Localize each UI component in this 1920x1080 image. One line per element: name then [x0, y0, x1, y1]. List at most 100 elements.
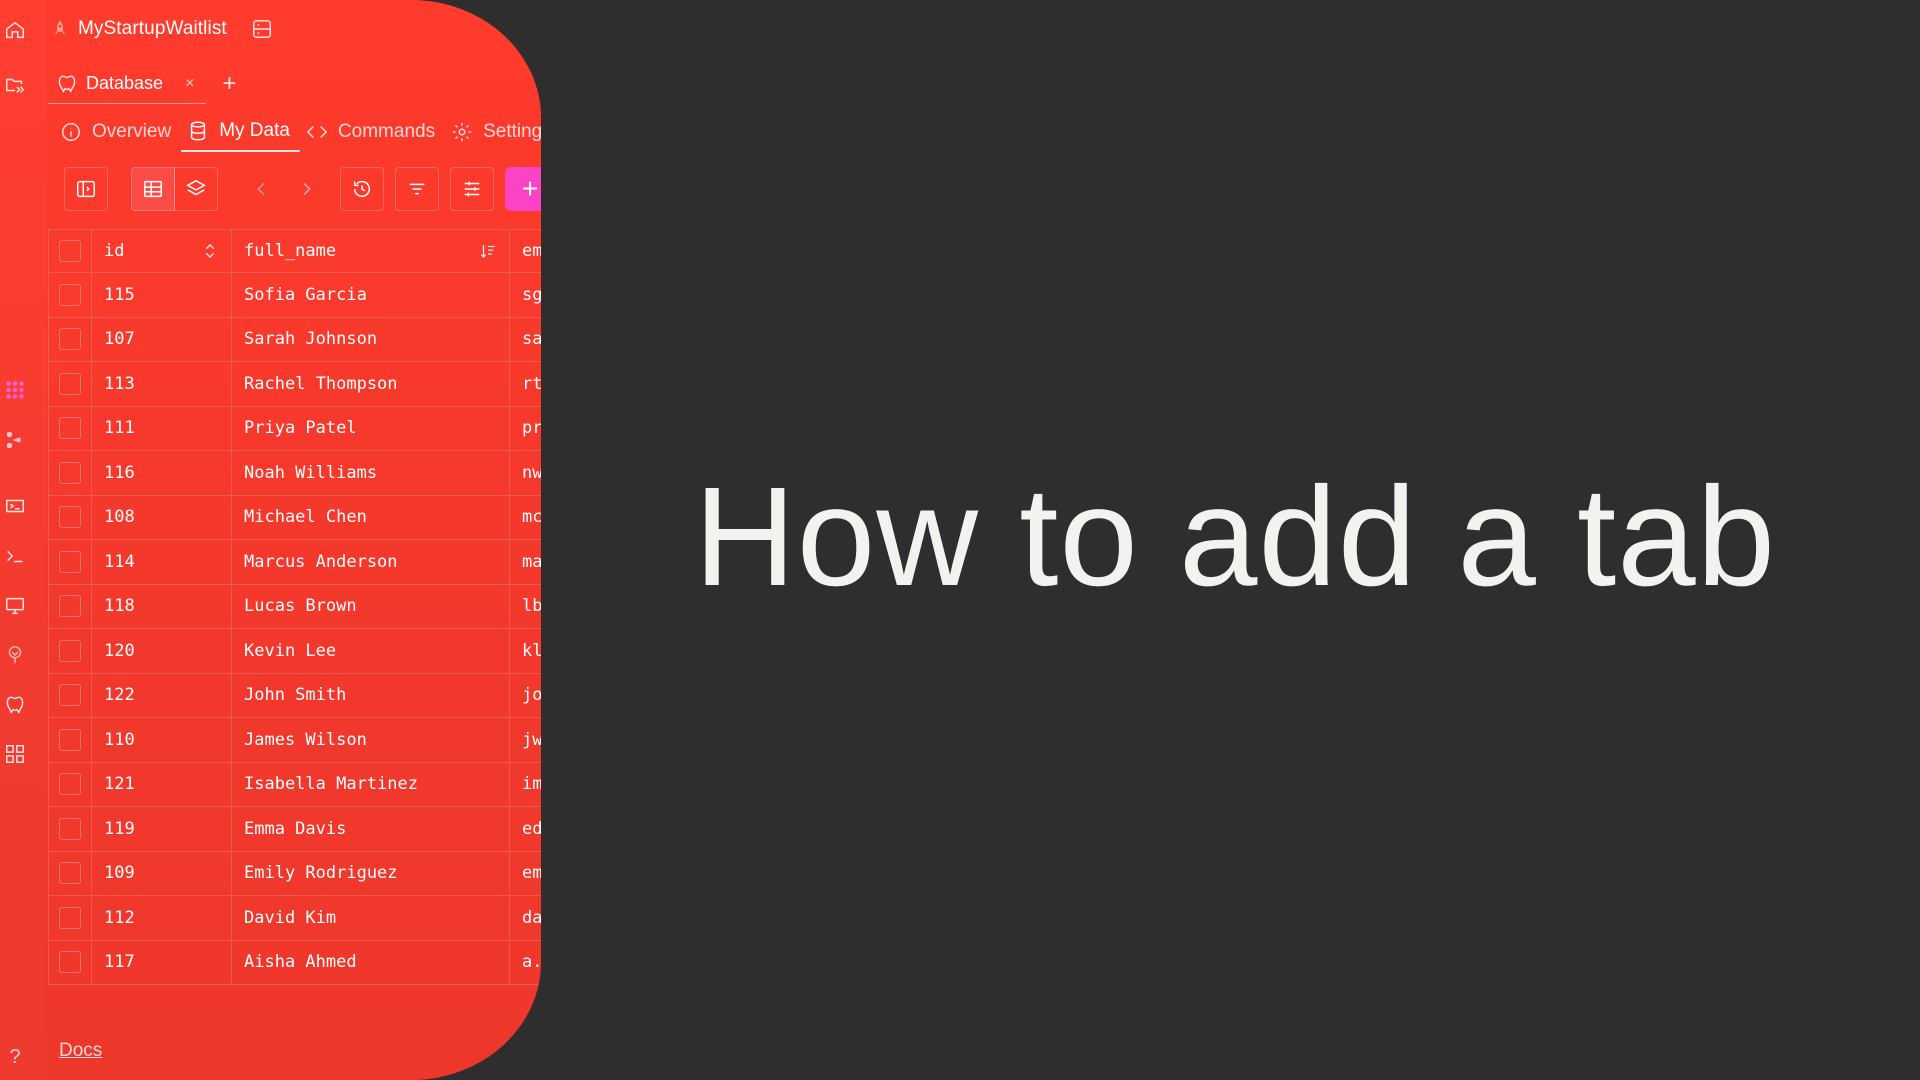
table-row[interactable]: 112 David Kim da — [48, 896, 541, 941]
cell-email[interactable]: sa — [509, 317, 541, 361]
terminal-icon[interactable] — [3, 544, 27, 568]
row-checkbox[interactable] — [59, 461, 81, 484]
row-checkbox[interactable] — [59, 328, 81, 351]
cell-email[interactable]: sg — [509, 273, 541, 317]
select-all-checkbox[interactable] — [59, 240, 81, 262]
row-checkbox[interactable] — [59, 817, 81, 840]
row-checkbox[interactable] — [59, 506, 81, 529]
cell-email[interactable]: ed — [509, 807, 541, 851]
previous-page-button[interactable] — [240, 167, 284, 211]
cell-id[interactable]: 107 — [91, 317, 231, 361]
cell-full-name[interactable]: Priya Patel — [231, 406, 509, 450]
filter-button[interactable] — [395, 167, 439, 211]
cell-id[interactable]: 110 — [91, 718, 231, 762]
nav-commands[interactable]: Commands — [300, 112, 445, 152]
table-row[interactable]: 122 John Smith jo — [48, 673, 541, 718]
column-header-id[interactable]: id — [91, 230, 231, 272]
send-icon[interactable] — [3, 494, 27, 518]
cell-full-name[interactable]: James Wilson — [231, 718, 509, 762]
cell-full-name[interactable]: Rachel Thompson — [231, 362, 509, 406]
cell-id[interactable]: 120 — [91, 629, 231, 673]
table-row[interactable]: 116 Noah Williams nw — [48, 451, 541, 496]
next-page-button[interactable] — [284, 167, 328, 211]
table-row[interactable]: 107 Sarah Johnson sa — [48, 317, 541, 362]
cell-full-name[interactable]: Noah Williams — [231, 451, 509, 495]
cell-full-name[interactable]: Michael Chen — [231, 495, 509, 539]
row-checkbox[interactable] — [59, 728, 81, 751]
project-title[interactable]: MyStartupWaitlist — [78, 18, 227, 40]
cell-email[interactable]: jo — [509, 673, 541, 717]
cell-id[interactable]: 121 — [91, 762, 231, 806]
cell-full-name[interactable]: David Kim — [231, 896, 509, 940]
cell-email[interactable]: lb — [509, 584, 541, 628]
column-header-email[interactable]: em — [509, 230, 541, 272]
cell-email[interactable]: nw — [509, 451, 541, 495]
row-checkbox[interactable] — [59, 906, 81, 929]
add-row-button[interactable]: + — [505, 167, 541, 211]
cell-full-name[interactable]: Lucas Brown — [231, 584, 509, 628]
cell-id[interactable]: 109 — [91, 851, 231, 895]
cell-email[interactable]: pr — [509, 406, 541, 450]
cell-email[interactable]: jw — [509, 718, 541, 762]
row-checkbox[interactable] — [59, 550, 81, 573]
cell-email[interactable]: ma — [509, 540, 541, 584]
row-checkbox[interactable] — [59, 417, 81, 440]
help-icon[interactable]: ? — [3, 1045, 27, 1069]
nav-overview[interactable]: Overview — [54, 112, 181, 152]
cell-email[interactable]: im — [509, 762, 541, 806]
folder-open-icon[interactable] — [3, 73, 27, 97]
monitor-icon[interactable] — [3, 594, 27, 618]
table-row[interactable]: 111 Priya Patel pr — [48, 406, 541, 451]
cell-id[interactable]: 122 — [91, 673, 231, 717]
nav-my-data[interactable]: My Data — [181, 112, 300, 152]
cell-id[interactable]: 114 — [91, 540, 231, 584]
cell-id[interactable]: 116 — [91, 451, 231, 495]
nav-settings[interactable]: Settings — [445, 112, 541, 152]
close-tab-button[interactable]: × — [185, 75, 194, 93]
table-row[interactable]: 120 Kevin Lee kl — [48, 629, 541, 674]
cell-full-name[interactable]: Marcus Anderson — [231, 540, 509, 584]
cell-full-name[interactable]: John Smith — [231, 673, 509, 717]
cell-id[interactable]: 113 — [91, 362, 231, 406]
history-button[interactable] — [340, 167, 384, 211]
row-checkbox[interactable] — [59, 283, 81, 306]
cell-email[interactable]: em — [509, 851, 541, 895]
table-row[interactable]: 118 Lucas Brown lb — [48, 584, 541, 629]
cell-full-name[interactable]: Isabella Martinez — [231, 762, 509, 806]
cell-id[interactable]: 117 — [91, 940, 231, 984]
cell-id[interactable]: 115 — [91, 273, 231, 317]
toggle-sidebar-button[interactable] — [64, 167, 108, 211]
cell-id[interactable]: 108 — [91, 495, 231, 539]
cell-id[interactable]: 112 — [91, 896, 231, 940]
cell-email[interactable]: kl — [509, 629, 541, 673]
cell-id[interactable]: 119 — [91, 807, 231, 851]
cell-full-name[interactable]: Aisha Ahmed — [231, 940, 509, 984]
row-checkbox[interactable] — [59, 595, 81, 618]
postgres-icon[interactable] — [3, 693, 27, 717]
row-checkbox[interactable] — [59, 372, 81, 395]
cell-email[interactable]: mc — [509, 495, 541, 539]
table-row[interactable]: 117 Aisha Ahmed a. — [48, 940, 541, 985]
cell-id[interactable]: 118 — [91, 584, 231, 628]
row-checkbox[interactable] — [59, 684, 81, 707]
row-checkbox[interactable] — [59, 951, 81, 974]
tree-icon[interactable] — [3, 643, 27, 667]
table-row[interactable]: 108 Michael Chen mc — [48, 495, 541, 540]
table-row[interactable]: 121 Isabella Martinez im — [48, 762, 541, 807]
cell-full-name[interactable]: Emily Rodriguez — [231, 851, 509, 895]
apps-grid-icon[interactable] — [3, 742, 27, 766]
cell-email[interactable]: rt — [509, 362, 541, 406]
table-view-button[interactable] — [131, 167, 175, 211]
table-row[interactable]: 114 Marcus Anderson ma — [48, 540, 541, 585]
sort-descending-icon[interactable] — [479, 242, 497, 260]
column-header-full-name[interactable]: full_name — [231, 230, 509, 272]
table-row[interactable]: 113 Rachel Thompson rt — [48, 362, 541, 407]
row-checkbox[interactable] — [59, 773, 81, 796]
docs-link[interactable]: Docs — [59, 1040, 102, 1062]
table-row[interactable]: 119 Emma Davis ed — [48, 807, 541, 852]
home-icon[interactable] — [3, 18, 27, 42]
table-row[interactable]: 110 James Wilson jw — [48, 718, 541, 763]
cell-full-name[interactable]: Sofia Garcia — [231, 273, 509, 317]
layers-view-button[interactable] — [174, 167, 218, 211]
table-row[interactable]: 109 Emily Rodriguez em — [48, 851, 541, 896]
